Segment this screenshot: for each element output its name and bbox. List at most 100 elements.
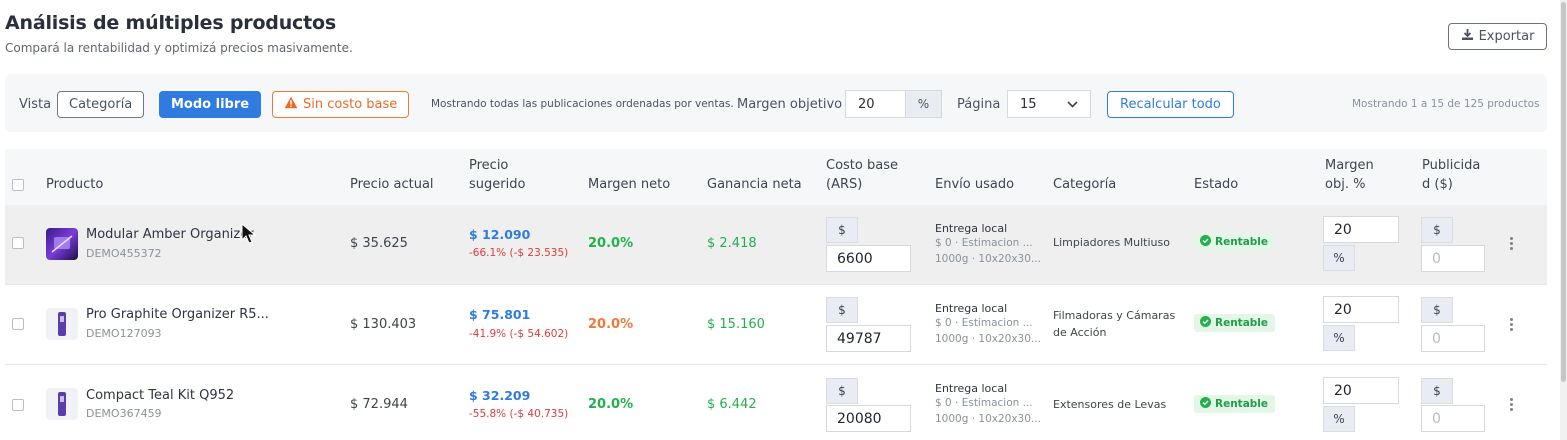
suggested-price-diff: -66.1% (-$ 23.535) — [469, 247, 569, 259]
product-thumbnail — [46, 308, 78, 340]
suggested-price: $ 32.209 — [469, 388, 531, 403]
ad-currency-addon: $ — [1421, 297, 1453, 323]
category: Filmadoras y Cámaras de Acción — [1053, 309, 1176, 339]
table-row[interactable]: Modular Amber Organizer DEMO455372 $ 35.… — [5, 205, 1547, 285]
percent-addon: % — [906, 90, 942, 118]
percent-addon: % — [1323, 325, 1355, 351]
row-checkbox[interactable] — [12, 318, 24, 330]
vertical-scrollbar[interactable] — [1560, 0, 1567, 440]
row-menu-icon[interactable] — [1510, 237, 1514, 250]
check-circle-icon — [1200, 235, 1211, 249]
shipping-dims: 1000g · 10x20x30... — [935, 253, 1041, 265]
col-target-margin[interactable]: Margen obj. % — [1325, 156, 1374, 194]
product-sku: DEMO455372 — [86, 247, 162, 260]
currency-addon: $ — [826, 297, 858, 323]
shipping-dims: 1000g · 10x20x30... — [935, 413, 1041, 425]
product-sku: DEMO367459 — [86, 407, 162, 420]
suggested-price-diff: -41.9% (-$ 54.602) — [469, 328, 569, 340]
export-button[interactable]: Exportar — [1448, 23, 1547, 50]
base-cost-input[interactable]: 49787 — [826, 325, 911, 352]
toolbar: Vista Categoría Modo libre Sin costo bas… — [5, 74, 1547, 132]
page: Análisis de múltiples productos Compará … — [0, 0, 1567, 440]
table-header: Producto Precio actual Precio sugerido Ma… — [5, 149, 1547, 205]
suggested-price-diff: -55.8% (-$ 40.735) — [469, 408, 569, 420]
shipping-method: Entrega local — [935, 302, 1008, 315]
row-menu-icon[interactable] — [1510, 398, 1514, 411]
chevron-down-icon — [1067, 97, 1078, 112]
col-base-cost[interactable]: Costo base (ARS) — [826, 156, 898, 194]
category: Limpiadores Multiuso — [1053, 236, 1170, 249]
net-gain: $ 15.160 — [707, 317, 765, 332]
suggested-price: $ 75.801 — [469, 307, 531, 322]
base-cost-input[interactable]: 20080 — [826, 405, 911, 432]
percent-addon: % — [1323, 245, 1355, 271]
recalculate-all-button[interactable]: Recalcular todo — [1107, 90, 1234, 118]
col-suggested-price[interactable]: Precio sugerido — [469, 156, 525, 194]
shipping-cost: $ 0 · Estimacion ... — [935, 317, 1033, 329]
net-gain: $ 6.442 — [707, 397, 757, 412]
target-margin-input[interactable]: 20 — [1323, 296, 1399, 323]
current-price: $ 72.944 — [350, 397, 408, 412]
category-view-button[interactable]: Categoría — [57, 90, 145, 118]
row-checkbox[interactable] — [12, 399, 24, 411]
target-margin-input[interactable]: 20 — [1323, 377, 1399, 404]
page-size-label: Página — [957, 96, 1001, 112]
warning-icon — [284, 96, 298, 113]
product-thumbnail — [46, 228, 78, 260]
shipping-method: Entrega local — [935, 222, 1008, 235]
col-advertised[interactable]: Publicida d ($) — [1422, 156, 1480, 194]
table-row[interactable]: Compact Teal Kit Q952 DEMO367459 $ 72.94… — [5, 365, 1547, 440]
target-margin-label: Margen objetivo — [737, 96, 843, 112]
ad-currency-addon: $ — [1421, 217, 1453, 243]
view-note: Mostrando todas las publicaciones ordena… — [431, 98, 734, 110]
select-all-checkbox[interactable] — [12, 179, 24, 191]
product-name[interactable]: Pro Graphite Organizer R5... — [86, 307, 269, 322]
shipping-cost: $ 0 · Estimacion ... — [935, 397, 1033, 409]
col-net-gain[interactable]: Ganancia neta — [707, 175, 802, 194]
pagination-summary: Mostrando 1 a 15 de 125 productos — [1352, 98, 1540, 110]
download-icon — [1461, 28, 1474, 45]
status-badge: Rentable — [1194, 233, 1276, 251]
free-mode-button[interactable]: Modo libre — [159, 90, 262, 118]
row-checkbox[interactable] — [12, 237, 24, 249]
target-margin-input[interactable]: 20 — [845, 90, 906, 118]
net-margin: 20.0% — [588, 317, 634, 332]
net-margin: 20.0% — [588, 236, 634, 251]
product-thumbnail — [46, 388, 78, 420]
col-status[interactable]: Estado — [1194, 175, 1238, 194]
currency-addon: $ — [826, 217, 858, 243]
base-cost-input[interactable]: 6600 — [826, 245, 911, 272]
col-current-price[interactable]: Precio actual — [350, 175, 434, 194]
col-net-margin[interactable]: Margen neto — [588, 175, 670, 194]
target-margin-input[interactable]: 20 — [1323, 216, 1399, 243]
product-name[interactable]: Compact Teal Kit Q952 — [86, 388, 234, 403]
col-product[interactable]: Producto — [46, 175, 103, 194]
no-base-cost-label: Sin costo base — [303, 96, 398, 112]
advertising-input[interactable]: 0 — [1421, 325, 1485, 352]
check-circle-icon — [1200, 397, 1211, 411]
currency-addon: $ — [826, 378, 858, 404]
mouse-pointer-icon — [241, 222, 257, 249]
col-category[interactable]: Categoría — [1053, 175, 1116, 194]
suggested-price: $ 12.090 — [469, 227, 531, 242]
row-menu-icon[interactable] — [1510, 318, 1514, 331]
page-subtitle: Compará la rentabilidad y optimizá preci… — [5, 41, 353, 55]
scrollbar-thumb[interactable] — [1561, 2, 1566, 382]
no-base-cost-button[interactable]: Sin costo base — [272, 90, 410, 118]
check-circle-icon — [1200, 316, 1211, 330]
col-shipping[interactable]: Envío usado — [935, 175, 1014, 194]
current-price: $ 35.625 — [350, 236, 408, 251]
shipping-dims: 1000g · 10x20x30... — [935, 333, 1041, 345]
shipping-method: Entrega local — [935, 382, 1008, 395]
status-badge: Rentable — [1194, 314, 1276, 332]
net-gain: $ 2.418 — [707, 236, 757, 251]
product-name[interactable]: Modular Amber Organizer — [86, 227, 254, 242]
view-label: Vista — [19, 96, 52, 112]
current-price: $ 130.403 — [350, 317, 417, 332]
advertising-input[interactable]: 0 — [1421, 245, 1485, 272]
page-size-select[interactable]: 15 — [1007, 90, 1091, 118]
table-row[interactable]: Pro Graphite Organizer R5... DEMO127093 … — [5, 285, 1547, 365]
advertising-input[interactable]: 0 — [1421, 405, 1485, 432]
percent-addon: % — [1323, 406, 1355, 432]
category: Extensores de Levas — [1053, 398, 1167, 411]
